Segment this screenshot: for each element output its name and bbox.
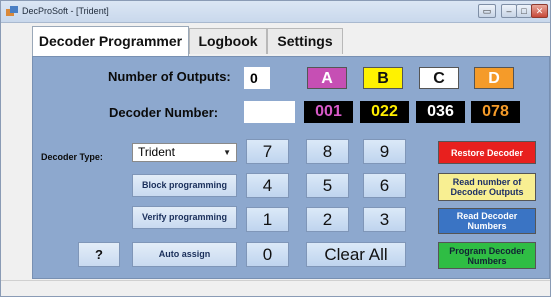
output-d-number: 078 <box>471 101 520 123</box>
close-icon: ✕ <box>535 6 544 16</box>
maximize-icon: □ <box>521 6 527 16</box>
chevron-down-icon: ▼ <box>223 148 231 157</box>
keypad-8[interactable]: 8 <box>306 139 349 164</box>
output-d-label: D <box>474 67 514 89</box>
app-window: DecProSoft - [Trident] ▭ – □ ✕ Decoder P… <box>0 0 551 297</box>
tab-logbook[interactable]: Logbook <box>189 28 267 54</box>
decoder-number-input[interactable] <box>244 101 295 123</box>
clear-all-button[interactable]: Clear All <box>306 242 406 267</box>
decoder-type-label: Decoder Type: <box>41 152 103 162</box>
title-bar: DecProSoft - [Trident] ▭ – □ ✕ <box>1 1 550 23</box>
keypad-7[interactable]: 7 <box>246 139 289 164</box>
program-decoder-numbers-button[interactable]: Program Decoder Numbers <box>438 242 536 269</box>
output-a-number: 001 <box>304 101 353 123</box>
keypad-4[interactable]: 4 <box>246 173 289 198</box>
minimize-icon: – <box>506 6 512 16</box>
number-of-outputs-label: Number of Outputs: <box>108 69 231 84</box>
maximize-button[interactable]: □ <box>516 4 532 18</box>
read-decoder-outputs-button[interactable]: Read number of Decoder Outputs <box>438 173 536 201</box>
output-b-label: B <box>363 67 403 89</box>
keypad-3[interactable]: 3 <box>363 207 406 232</box>
keypad-6[interactable]: 6 <box>363 173 406 198</box>
tab-decoder-programmer[interactable]: Decoder Programmer <box>32 26 189 56</box>
verify-programming-button[interactable]: Verify programming <box>132 206 237 229</box>
window-title: DecProSoft - [Trident] <box>22 6 109 16</box>
decoder-type-selected: Trident <box>138 145 175 159</box>
restore-icon: ▭ <box>482 6 492 16</box>
read-decoder-numbers-button[interactable]: Read Decoder Numbers <box>438 208 536 234</box>
decoder-number-label: Decoder Number: <box>109 105 219 120</box>
tab-strip: Decoder Programmer Logbook Settings <box>1 23 550 56</box>
app-icon <box>6 6 18 16</box>
minimize-button[interactable]: – <box>501 4 517 18</box>
output-a-label: A <box>307 67 347 89</box>
keypad-1[interactable]: 1 <box>246 207 289 232</box>
keypad-2[interactable]: 2 <box>306 207 349 232</box>
status-bar <box>1 280 550 296</box>
restore-decoder-button[interactable]: Restore Decoder <box>438 141 536 164</box>
keypad-9[interactable]: 9 <box>363 139 406 164</box>
decoder-type-select[interactable]: Trident ▼ <box>132 143 237 162</box>
output-c-number: 036 <box>416 101 465 123</box>
keypad-0[interactable]: 0 <box>246 242 289 267</box>
block-programming-button[interactable]: Block programming <box>132 174 237 197</box>
output-c-label: C <box>419 67 459 89</box>
restore-window-button[interactable]: ▭ <box>478 4 496 18</box>
tab-settings[interactable]: Settings <box>267 28 343 54</box>
keypad-5[interactable]: 5 <box>306 173 349 198</box>
help-button[interactable]: ? <box>78 242 120 267</box>
output-b-number: 022 <box>360 101 409 123</box>
auto-assign-button[interactable]: Auto assign <box>132 242 237 267</box>
number-of-outputs-value: 0 <box>244 67 270 89</box>
close-button[interactable]: ✕ <box>531 4 548 18</box>
